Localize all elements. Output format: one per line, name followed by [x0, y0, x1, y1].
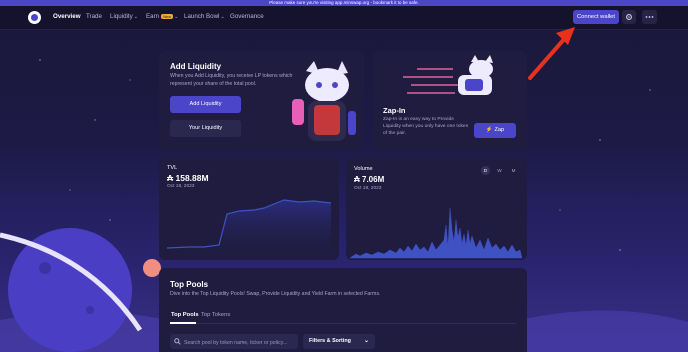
- tvl-line-chart: [166, 199, 332, 256]
- active-tab-indicator: [170, 322, 196, 324]
- filters-label: Filters & Sorting: [309, 338, 351, 344]
- search-icon: [174, 338, 181, 345]
- zap-in-title: Zap-In: [383, 106, 406, 115]
- top-pools-description: Dive into the Top Liquidity Pools! Swap,…: [170, 291, 381, 297]
- tabs-divider: [170, 323, 516, 324]
- pool-search-box: [170, 334, 298, 351]
- filters-sorting-dropdown[interactable]: Filters & Sorting ⌄: [303, 334, 375, 349]
- volume-toggle-day[interactable]: D: [481, 166, 490, 175]
- volume-date: Oct 18, 2023: [354, 186, 382, 191]
- zap-in-description: Zap-In is an easy way to Provide Liquidi…: [383, 117, 469, 136]
- volume-toggle-week[interactable]: W: [495, 166, 504, 175]
- add-liquidity-button[interactable]: Add Liquidity: [170, 96, 241, 113]
- tab-top-pools[interactable]: Top Pools: [171, 312, 199, 318]
- top-pools-title: Top Pools: [170, 280, 209, 289]
- volume-value: ₳ 7.06M: [354, 175, 385, 184]
- tvl-card: TVL ₳ 158.88M Oct 18, 2023: [159, 157, 339, 260]
- your-liquidity-button[interactable]: Your Liquidity: [170, 120, 241, 137]
- zap-button[interactable]: ⚡ Zap: [474, 123, 516, 138]
- add-liquidity-title: Add Liquidity: [170, 62, 222, 71]
- volume-label: Volume: [354, 166, 373, 172]
- add-liquidity-card: Add Liquidity When you Add Liquidity, yo…: [159, 51, 364, 150]
- zap-in-card: Zap-In Zap-In is an easy way to Provide …: [373, 51, 527, 150]
- zap-button-label: Zap: [494, 127, 505, 133]
- lightning-icon: ⚡: [485, 127, 493, 133]
- tvl-label: TVL: [167, 165, 178, 171]
- cat-mascot-illustration: [292, 61, 356, 141]
- add-liquidity-description: When you Add Liquidity, you receive LP t…: [170, 73, 293, 87]
- pool-search-input[interactable]: [182, 334, 298, 351]
- volume-toggle-month[interactable]: M: [509, 166, 518, 175]
- flying-cat-illustration: [403, 55, 493, 95]
- tvl-value: ₳ 158.88M: [167, 173, 209, 183]
- chevron-down-icon: ⌄: [363, 338, 369, 344]
- volume-bar-chart: [349, 207, 523, 259]
- tab-top-tokens[interactable]: Top Tokens: [201, 312, 230, 318]
- red-arrow-annotation: [528, 27, 575, 80]
